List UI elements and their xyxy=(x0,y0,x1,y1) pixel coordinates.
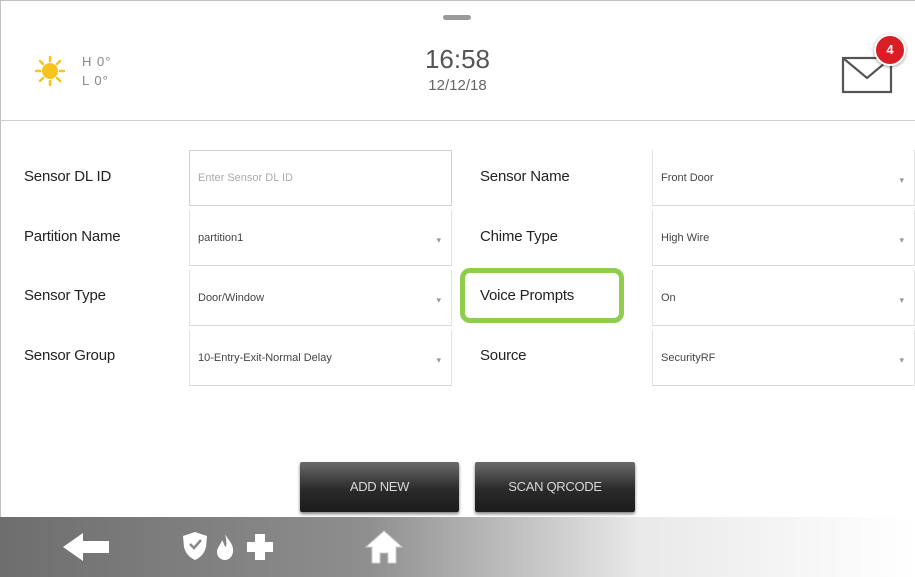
sensor-type-dropdown[interactable]: Door/Window ▾ xyxy=(189,270,452,326)
chime-type-dropdown[interactable]: High Wire ▾ xyxy=(652,210,915,266)
voice-prompts-highlight xyxy=(460,268,624,323)
clock: 16:58 12/12/18 xyxy=(0,44,915,94)
partition-name-label: Partition Name xyxy=(24,228,121,245)
source-dropdown[interactable]: SecurityRF ▾ xyxy=(652,330,915,386)
chevron-down-icon: ▾ xyxy=(436,355,441,365)
sensor-dl-id-label: Sensor DL ID xyxy=(24,168,112,185)
sensor-dl-id-input[interactable]: Enter Sensor DL ID xyxy=(189,150,452,206)
voice-prompts-value: On xyxy=(661,291,676,304)
time-display: 16:58 xyxy=(424,44,491,74)
sensor-name-value: Front Door xyxy=(661,171,714,184)
chime-type-label: Chime Type xyxy=(480,228,558,245)
voice-prompts-dropdown[interactable]: On ▾ xyxy=(652,270,915,326)
sensor-name-field[interactable]: Front Door ▾ xyxy=(652,150,915,206)
add-new-button[interactable]: ADD NEW xyxy=(300,462,459,512)
pull-down-handle[interactable] xyxy=(443,15,471,20)
partition-name-dropdown[interactable]: partition1 ▾ xyxy=(189,210,452,266)
sensor-group-label: Sensor Group xyxy=(24,347,115,364)
fire-icon[interactable] xyxy=(214,533,236,561)
chevron-down-icon: ▾ xyxy=(899,235,904,245)
back-arrow-icon[interactable] xyxy=(63,533,111,561)
chevron-down-icon: ▾ xyxy=(899,355,904,365)
scan-qrcode-button[interactable]: SCAN QRCODE xyxy=(475,462,635,512)
header-divider xyxy=(0,120,915,121)
message-count-badge: 4 xyxy=(874,34,906,66)
chevron-down-icon: ▾ xyxy=(436,235,441,245)
sensor-type-label: Sensor Type xyxy=(24,287,106,304)
sensor-name-label: Sensor Name xyxy=(480,168,570,185)
chevron-down-icon: ▾ xyxy=(899,295,904,305)
medical-cross-icon[interactable] xyxy=(246,533,274,561)
sensor-group-value: 10-Entry-Exit-Normal Delay xyxy=(198,351,332,364)
messages-button[interactable]: 4 xyxy=(838,34,910,104)
chevron-down-icon: ▾ xyxy=(899,175,904,185)
source-label: Source xyxy=(480,347,527,364)
date-display: 12/12/18 xyxy=(428,77,487,94)
home-icon[interactable] xyxy=(364,529,404,565)
chevron-down-icon: ▾ xyxy=(436,295,441,305)
sensor-type-value: Door/Window xyxy=(198,291,265,304)
source-value: SecurityRF xyxy=(661,351,716,364)
sensor-group-dropdown[interactable]: 10-Entry-Exit-Normal Delay ▾ xyxy=(189,330,452,386)
chime-type-value: High Wire xyxy=(661,231,710,244)
partition-name-value: partition1 xyxy=(198,231,244,244)
sensor-dl-id-placeholder: Enter Sensor DL ID xyxy=(198,172,293,184)
bottom-nav-bar xyxy=(0,517,915,577)
shield-icon[interactable] xyxy=(182,531,208,561)
